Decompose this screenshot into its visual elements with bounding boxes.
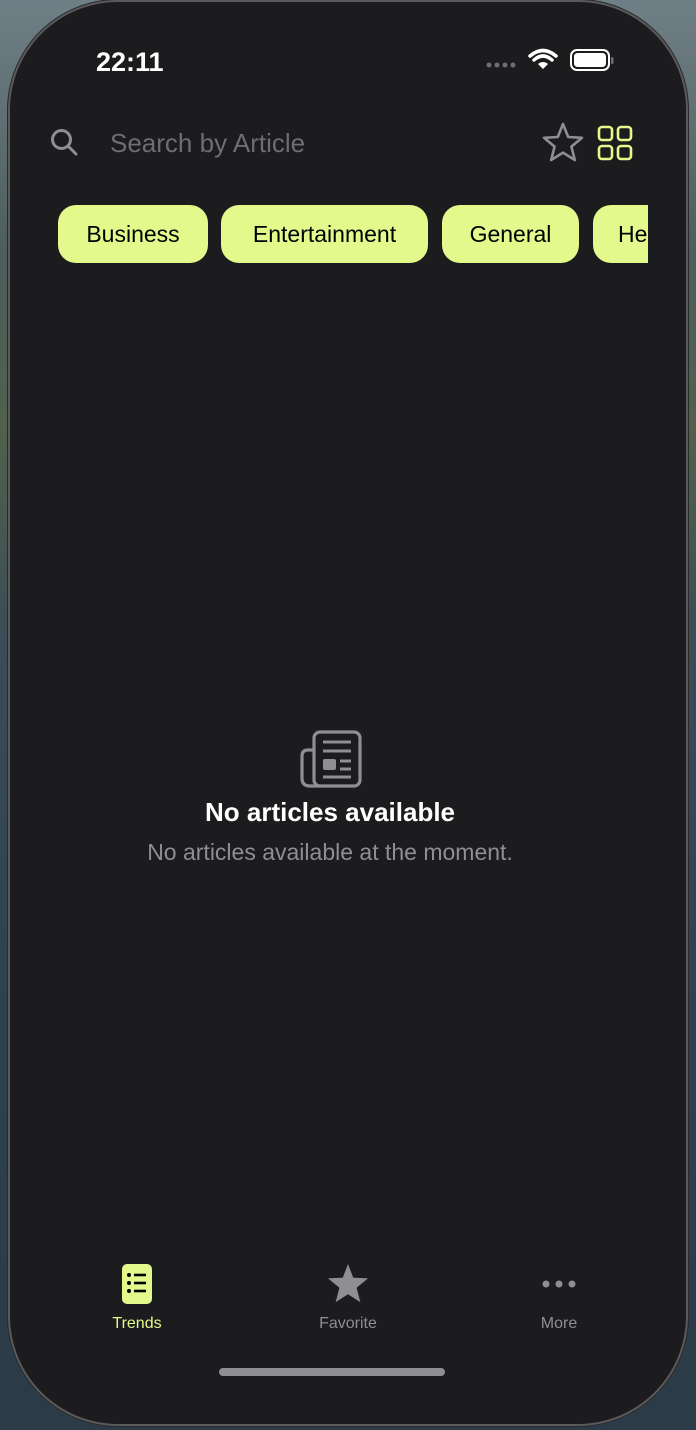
tab-trends[interactable]: Trends <box>67 1262 207 1344</box>
chip-health[interactable]: Heal <box>593 205 648 263</box>
chip-business[interactable]: Business <box>58 205 208 263</box>
search-input[interactable] <box>108 120 512 166</box>
layout-grid-button[interactable] <box>596 124 634 162</box>
newspaper-icon <box>300 730 362 788</box>
tab-more[interactable]: More <box>489 1262 629 1344</box>
chip-entertainment[interactable]: Entertainment <box>221 205 428 263</box>
search-bar[interactable] <box>30 110 527 174</box>
home-indicator[interactable] <box>219 1368 445 1376</box>
favorites-star-button[interactable] <box>540 120 586 166</box>
star-icon <box>326 1262 370 1306</box>
star-outline-icon <box>542 122 584 162</box>
tab-trends-label: Trends <box>112 1315 162 1332</box>
tab-more-label: More <box>540 1315 578 1332</box>
signal-wifi-battery-icon <box>486 48 614 71</box>
grid-icon <box>597 125 633 161</box>
status-time: 22:11 <box>96 47 164 77</box>
search-icon <box>50 128 78 156</box>
empty-state-title: No articles available <box>204 797 456 827</box>
category-chips: Business Entertainment General Heal <box>40 205 648 265</box>
status-icons <box>467 46 627 76</box>
tab-favorite[interactable]: Favorite <box>278 1262 418 1344</box>
ellipsis-icon <box>537 1262 581 1306</box>
list-icon <box>115 1262 159 1306</box>
chip-general[interactable]: General <box>442 205 579 263</box>
empty-state-subtitle: No articles available at the moment. <box>147 839 513 865</box>
tab-favorite-label: Favorite <box>319 1315 377 1332</box>
